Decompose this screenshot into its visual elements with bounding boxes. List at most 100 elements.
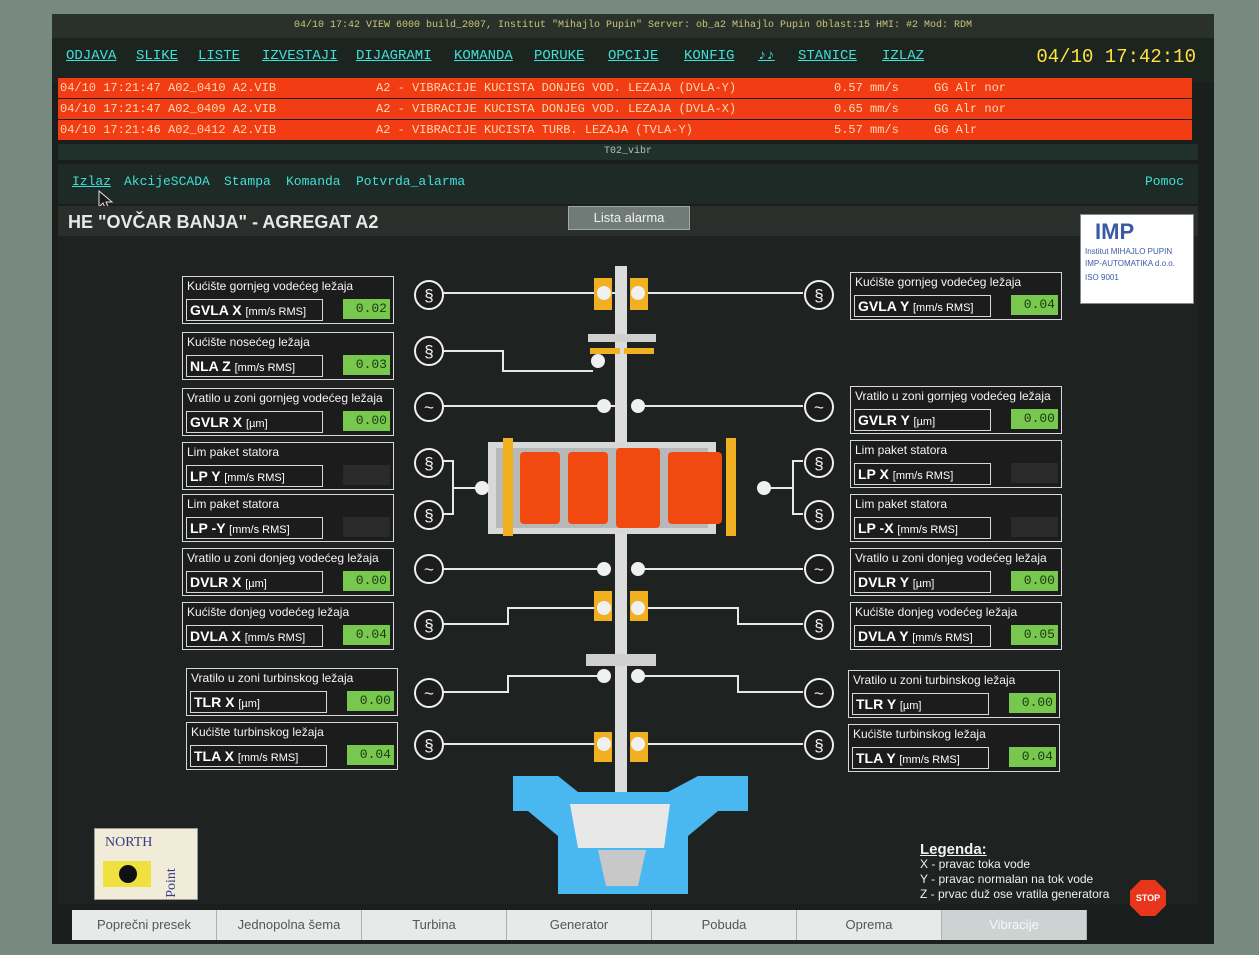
menu-slike[interactable]: SLIKE — [136, 48, 178, 64]
proximity-probe-icon[interactable]: ~ — [414, 392, 444, 422]
proximity-probe-icon[interactable]: ~ — [414, 678, 444, 708]
sensor-panel-nla-z[interactable]: Kućište nosećeg ležaja NLA Z [mm/s RMS] … — [182, 332, 394, 380]
northpoint-logo: NORTH Point — [94, 828, 198, 900]
line-tlr-x — [443, 675, 603, 693]
accelerometer-icon[interactable]: § — [414, 336, 444, 366]
panel-label: Vratilo u zoni turbinskog ležaja — [853, 673, 1016, 687]
alarm-time: 04/10 17:21:46 A02_0412 A2.VIB — [60, 123, 277, 137]
menu-liste[interactable]: LISTE — [198, 48, 240, 64]
alarm-row[interactable]: 04/10 17:21:46 A02_0412 A2.VIB A2 - VIBR… — [58, 120, 1192, 140]
accelerometer-icon[interactable]: § — [414, 610, 444, 640]
menu-poruke[interactable]: PORUKE — [534, 48, 584, 64]
thrust-pad-left — [590, 348, 620, 354]
menu-dijagrami[interactable]: DIJAGRAMI — [356, 48, 432, 64]
accelerometer-icon[interactable]: § — [804, 730, 834, 760]
rotor-pole-3 — [616, 448, 660, 528]
panel-code: LP -Y [mm/s RMS] — [186, 517, 323, 539]
menu-izvestaji[interactable]: IZVESTAJI — [262, 48, 338, 64]
sensor-panel-dvla-y[interactable]: Kućište donjeg vodećeg ležaja DVLA Y [mm… — [850, 602, 1062, 650]
panel-label: Kućište gornjeg vodećeg ležaja — [187, 279, 354, 293]
accelerometer-icon[interactable]: § — [804, 610, 834, 640]
alarm-text: A2 - VIBRACIJE KUCISTA TURB. LEZAJA (TVL… — [376, 123, 693, 137]
tab-oprema[interactable]: Oprema — [797, 910, 942, 940]
proximity-probe-icon[interactable]: ~ — [804, 392, 834, 422]
tab-generator[interactable]: Generator — [507, 910, 652, 940]
scada-screen: 04/10 17:42 VIEW 6000 build_2007, Instit… — [52, 14, 1214, 944]
menu-opcije[interactable]: OPCIJE — [608, 48, 658, 64]
tab-jednopolna-sema[interactable]: Jednopolna šema — [217, 910, 362, 940]
northpoint-logo-line2: Point — [163, 868, 179, 898]
sensor-panel-dvlr-y[interactable]: Vratilo u zoni donjeg vodećeg ležaja DVL… — [850, 548, 1062, 596]
tab-turbina[interactable]: Turbina — [362, 910, 507, 940]
alarm-text: A2 - VIBRACIJE KUCISTA DONJEG VOD. LEZAJ… — [376, 102, 737, 116]
accelerometer-icon[interactable]: § — [414, 730, 444, 760]
vibration-diagram: IMP Institut MIHAJLO PUPIN IMP-AUTOMATIK… — [58, 214, 1198, 916]
bottom-tabs: Poprečni presek Jednopolna šema Turbina … — [72, 910, 1092, 940]
tool-stampa[interactable]: Stampa — [224, 174, 271, 189]
accelerometer-icon[interactable]: § — [804, 448, 834, 478]
accelerometer-icon[interactable]: § — [414, 280, 444, 310]
clock: 04/10 17:42:10 — [1036, 46, 1196, 68]
tab-poprecni-presek[interactable]: Poprečni presek — [72, 910, 217, 940]
stator-pole-outer-right — [726, 438, 736, 536]
line-lp-left — [443, 460, 478, 515]
proximity-probe-icon[interactable]: ~ — [804, 678, 834, 708]
tool-pomoc[interactable]: Pomoc — [1145, 174, 1184, 189]
alarm-row[interactable]: 04/10 17:21:47 A02_0410 A2.VIB A2 - VIBR… — [58, 78, 1192, 98]
legend: Legenda: X - pravac toka vode Y - pravac… — [920, 842, 1109, 902]
proximity-probe-icon[interactable]: ~ — [414, 554, 444, 584]
panel-label: Lim paket statora — [855, 443, 948, 457]
panel-value: 0.05 — [1011, 625, 1058, 645]
sensor-panel-dvla-x[interactable]: Kućište donjeg vodećeg ležaja DVLA X [mm… — [182, 602, 394, 650]
sensor-panel-gvla-x[interactable]: Kućište gornjeg vodećeg ležaja GVLA X [m… — [182, 276, 394, 324]
panel-code: NLA Z [mm/s RMS] — [186, 355, 323, 377]
panel-value — [343, 465, 390, 485]
tab-pobuda[interactable]: Pobuda — [652, 910, 797, 940]
sensor-panel-tlr-x[interactable]: Vratilo u zoni turbinskog ležaja TLR X [… — [186, 668, 398, 716]
tool-izlaz[interactable]: Izlaz — [72, 174, 111, 189]
sensor-panel-lp-neg-y[interactable]: Lim paket statora LP -Y [mm/s RMS] — [182, 494, 394, 542]
stop-button[interactable]: STOP — [1130, 880, 1166, 916]
sensor-panel-tlr-y[interactable]: Vratilo u zoni turbinskog ležaja TLR Y [… — [848, 670, 1060, 718]
accelerometer-icon[interactable]: § — [414, 448, 444, 478]
panel-value — [1011, 517, 1058, 537]
alarm-list-button[interactable]: Lista alarma — [568, 206, 690, 230]
panel-value: 0.00 — [1011, 409, 1058, 429]
alarm-row[interactable]: 04/10 17:21:47 A02_0409 A2.VIB A2 - VIBR… — [58, 99, 1192, 119]
alarm-value: 0.57 mm/s — [834, 81, 899, 95]
menu-izlaz[interactable]: IZLAZ — [882, 48, 924, 64]
toolbar: Izlaz AkcijeSCADA Stampa Komanda Potvrda… — [58, 164, 1198, 211]
sensor-panel-gvlr-x[interactable]: Vratilo u zoni gornjeg vodećeg ležaja GV… — [182, 388, 394, 436]
sensor-panel-gvla-y[interactable]: Kućište gornjeg vodećeg ležaja GVLA Y [m… — [850, 272, 1062, 320]
menu-odjava[interactable]: ODJAVA — [66, 48, 116, 64]
legend-line: Y - pravac normalan na tok vode — [920, 872, 1094, 886]
panel-code: GVLA X [mm/s RMS] — [186, 299, 323, 321]
line-dvla-x — [443, 607, 598, 625]
panel-label: Kućište turbinskog ležaja — [191, 725, 324, 739]
panel-code: LP X [mm/s RMS] — [854, 463, 991, 485]
panel-label: Vratilo u zoni donjeg vodećeg ležaja — [855, 551, 1047, 565]
menu-konfig[interactable]: KONFIG — [684, 48, 734, 64]
sensor-panel-lp-x[interactable]: Lim paket statora LP X [mm/s RMS] — [850, 440, 1062, 488]
sensor-panel-dvlr-x[interactable]: Vratilo u zoni donjeg vodećeg ležaja DVL… — [182, 548, 394, 596]
accelerometer-icon[interactable]: § — [414, 500, 444, 530]
menu-komanda[interactable]: KOMANDA — [454, 48, 513, 64]
accelerometer-icon[interactable]: § — [804, 280, 834, 310]
accelerometer-icon[interactable]: § — [804, 500, 834, 530]
tool-akcije-scada[interactable]: AkcijeSCADA — [124, 174, 210, 189]
sensor-panel-gvlr-y[interactable]: Vratilo u zoni gornjeg vodećeg ležaja GV… — [850, 386, 1062, 434]
tab-vibracije[interactable]: Vibracije — [942, 910, 1087, 940]
sensor-panel-tla-x[interactable]: Kućište turbinskog ležaja TLA X [mm/s RM… — [186, 722, 398, 770]
proximity-probe-icon[interactable]: ~ — [804, 554, 834, 584]
alarm-list: 04/10 17:21:47 A02_0410 A2.VIB A2 - VIBR… — [58, 78, 1192, 140]
sensor-panel-tla-y[interactable]: Kućište turbinskog ležaja TLA Y [mm/s RM… — [848, 724, 1060, 772]
panel-value: 0.04 — [1011, 295, 1058, 315]
northpoint-logo-line1: NORTH — [105, 835, 153, 850]
menu-music-icon[interactable]: ♪♪ — [758, 48, 775, 64]
tool-potvrda-alarma[interactable]: Potvrda_alarma — [356, 174, 465, 189]
sensor-panel-lp-y[interactable]: Lim paket statora LP Y [mm/s RMS] — [182, 442, 394, 490]
tool-komanda[interactable]: Komanda — [286, 174, 341, 189]
sensor-panel-lp-neg-x[interactable]: Lim paket statora LP -X [mm/s RMS] — [850, 494, 1062, 542]
rotor-pole-1 — [520, 452, 560, 524]
menu-stanice[interactable]: STANICE — [798, 48, 857, 64]
